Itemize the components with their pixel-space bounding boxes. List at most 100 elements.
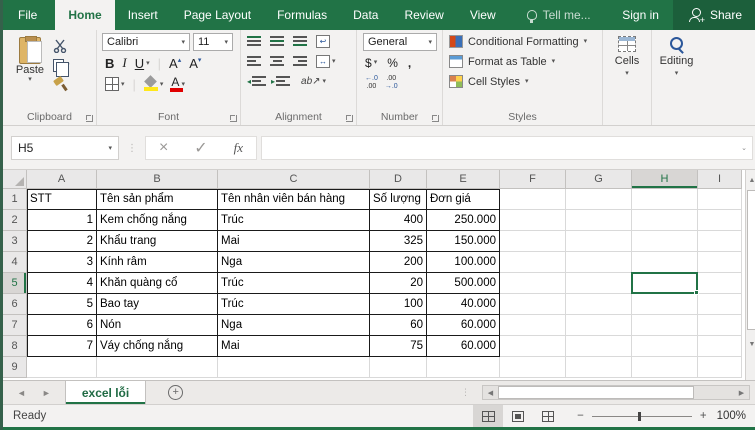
tab-view[interactable]: View <box>457 0 509 30</box>
cell-F3[interactable] <box>500 231 566 252</box>
cell-D2[interactable]: 400 <box>370 210 427 231</box>
increase-font-size-button[interactable]: A <box>169 56 181 71</box>
fill-color-button[interactable]: ▾ <box>143 77 163 91</box>
cell-I9[interactable] <box>698 357 742 378</box>
column-header-H[interactable]: H <box>632 170 698 189</box>
cell-F7[interactable] <box>500 315 566 336</box>
italic-button[interactable]: I <box>122 55 126 71</box>
share-button[interactable]: Share <box>672 0 755 30</box>
cell-B6[interactable]: Bao tay <box>97 294 218 315</box>
scroll-left-icon[interactable]: ◀ <box>483 389 498 397</box>
format-as-table-button[interactable]: Format as Table ▾ <box>449 53 600 70</box>
formula-bar-splitter[interactable]: ⋮ <box>127 143 137 153</box>
row-header-2[interactable]: 2 <box>3 210 27 231</box>
cell-H1[interactable] <box>632 189 698 210</box>
column-header-A[interactable]: A <box>27 170 97 189</box>
cell-A3[interactable]: 2 <box>27 231 97 252</box>
cell-E5[interactable]: 500.000 <box>427 273 500 294</box>
wrap-text-icon[interactable]: ↩ <box>316 34 330 48</box>
row-header-5[interactable]: 5 <box>3 273 27 294</box>
tell-me-box[interactable]: Tell me... <box>515 0 603 30</box>
cell-D9[interactable] <box>370 357 427 378</box>
zoom-out-button[interactable]: − <box>577 410 584 422</box>
cell-G5[interactable] <box>566 273 632 294</box>
tab-formulas[interactable]: Formulas <box>264 0 340 30</box>
cell-B4[interactable]: Kính râm <box>97 252 218 273</box>
column-header-F[interactable]: F <box>500 170 566 189</box>
horizontal-scroll-thumb[interactable] <box>498 386 694 399</box>
cell-E9[interactable] <box>427 357 500 378</box>
row-header-1[interactable]: 1 <box>3 189 27 210</box>
cells-group[interactable]: Cells ▾ <box>603 30 652 125</box>
cell-D3[interactable]: 325 <box>370 231 427 252</box>
paste-dropdown-arrow[interactable]: ▾ <box>28 76 32 83</box>
column-header-D[interactable]: D <box>370 170 427 189</box>
cancel-button[interactable]: × <box>159 139 168 157</box>
conditional-formatting-button[interactable]: Conditional Formatting ▾ <box>449 33 600 50</box>
cell-B5[interactable]: Khăn quàng cổ <box>97 273 218 294</box>
cell-C4[interactable]: Nga <box>218 252 370 273</box>
cell-G8[interactable] <box>566 336 632 357</box>
cell-C6[interactable]: Trúc <box>218 294 370 315</box>
cell-I7[interactable] <box>698 315 742 336</box>
sheet-nav-right-icon[interactable]: ► <box>42 388 51 398</box>
enter-button[interactable]: ✓ <box>194 138 207 158</box>
zoom-slider-thumb[interactable] <box>637 411 641 421</box>
cell-A4[interactable]: 3 <box>27 252 97 273</box>
name-box[interactable]: H5 ▾ <box>11 136 119 160</box>
increase-indent-icon[interactable]: ▸ <box>271 76 291 86</box>
column-header-G[interactable]: G <box>566 170 632 189</box>
cell-A8[interactable]: 7 <box>27 336 97 357</box>
middle-align-icon[interactable] <box>270 36 284 46</box>
scroll-right-icon[interactable]: ▶ <box>734 389 749 397</box>
borders-button[interactable]: ▾ <box>105 77 125 91</box>
cell-E2[interactable]: 250.000 <box>427 210 500 231</box>
cell-A6[interactable]: 5 <box>27 294 97 315</box>
zoom-level[interactable]: 100% <box>717 410 746 422</box>
tab-file[interactable]: File <box>3 0 55 30</box>
select-all-corner[interactable] <box>3 170 27 189</box>
alignment-dialog-launcher-icon[interactable] <box>346 115 353 122</box>
cell-I1[interactable] <box>698 189 742 210</box>
orientation-button[interactable]: ab↗ ▾ <box>301 76 326 87</box>
font-color-button[interactable]: A ▾ <box>170 76 185 92</box>
vertical-scrollbar[interactable]: ▲ ▼ <box>745 170 755 380</box>
align-left-icon[interactable] <box>247 56 261 66</box>
cell-F1[interactable] <box>500 189 566 210</box>
column-header-C[interactable]: C <box>218 170 370 189</box>
font-size-combo[interactable]: 11 ▾ <box>193 33 233 51</box>
cell-B1[interactable]: Tên sản phẩm <box>97 189 218 210</box>
formula-bar-expand-icon[interactable]: ⌄ <box>741 145 747 152</box>
insert-function-button[interactable]: fx <box>234 140 243 156</box>
cell-D8[interactable]: 75 <box>370 336 427 357</box>
cell-A7[interactable]: 6 <box>27 315 97 336</box>
cell-D5[interactable]: 20 <box>370 273 427 294</box>
fill-handle[interactable] <box>694 290 699 295</box>
cell-H2[interactable] <box>632 210 698 231</box>
row-header-3[interactable]: 3 <box>3 231 27 252</box>
sign-in-button[interactable]: Sign in <box>608 0 673 30</box>
cell-H6[interactable] <box>632 294 698 315</box>
font-dialog-launcher-icon[interactable] <box>230 115 237 122</box>
cell-A9[interactable] <box>27 357 97 378</box>
cell-A5[interactable]: 4 <box>27 273 97 294</box>
cell-G7[interactable] <box>566 315 632 336</box>
row-header-7[interactable]: 7 <box>3 315 27 336</box>
cell-C5[interactable]: Trúc <box>218 273 370 294</box>
tab-review[interactable]: Review <box>391 0 456 30</box>
cell-F8[interactable] <box>500 336 566 357</box>
cell-C3[interactable]: Mai <box>218 231 370 252</box>
font-name-combo[interactable]: Calibri ▾ <box>102 33 190 51</box>
increase-decimal-button[interactable]: ←.0.00 <box>365 75 378 90</box>
cell-F9[interactable] <box>500 357 566 378</box>
cell-D6[interactable]: 100 <box>370 294 427 315</box>
name-box-dropdown-icon[interactable]: ▾ <box>108 145 112 152</box>
cell-B3[interactable]: Khẩu trang <box>97 231 218 252</box>
cell-G3[interactable] <box>566 231 632 252</box>
column-header-I[interactable]: I <box>698 170 742 189</box>
decrease-decimal-button[interactable]: .00 →.0 <box>385 75 398 90</box>
zoom-in-button[interactable]: + <box>700 410 707 422</box>
zoom-slider[interactable] <box>591 411 692 421</box>
cell-E8[interactable]: 60.000 <box>427 336 500 357</box>
cell-G2[interactable] <box>566 210 632 231</box>
